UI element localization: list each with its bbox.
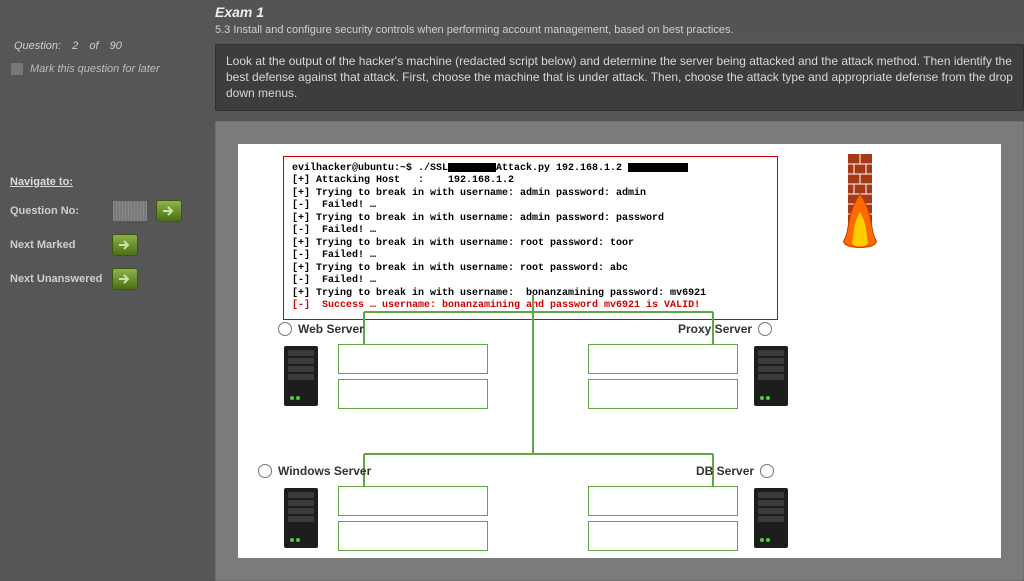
current-question-number: 2 [72,40,78,52]
label: Next Marked [10,239,104,251]
main-content: Exam 1 5.3 Install and configure securit… [215,0,1024,581]
server-icon [748,486,794,551]
total-questions: 90 [110,40,122,52]
next-marked-nav: Next Marked [10,234,205,256]
exam-header: Exam 1 5.3 Install and configure securit… [215,0,1024,38]
next-unanswered-nav: Next Unanswered [10,268,205,290]
windows-server-attack-dropdown[interactable] [338,486,488,516]
windows-server-defense-dropdown[interactable] [338,521,488,551]
db-server-attack-dropdown[interactable] [588,486,738,516]
question-instructions: Look at the output of the hacker's machi… [215,44,1024,111]
proxy-server-defense-dropdown[interactable] [588,379,738,409]
server-icon [748,344,794,409]
proxy-server-attack-dropdown[interactable] [588,344,738,374]
web-server-radio[interactable] [278,322,292,336]
go-to-question-button[interactable] [156,200,182,222]
mark-for-later[interactable]: Mark this question for later [10,62,205,76]
server-icon [278,344,324,409]
navigate-heading: Navigate to: [10,176,205,188]
label: Next Unanswered [10,273,104,285]
db-server-option[interactable]: DB Server [696,464,774,478]
question-number-nav: Question No: [10,200,205,222]
question-canvas-shell: evilhacker@ubuntu:~$ ./SSLAttack.py 192.… [215,121,1024,581]
mark-label: Mark this question for later [30,63,160,75]
left-sidebar: Question: 2 of 90 Mark this question for… [0,0,215,302]
label: Question: [14,40,61,52]
windows-server-option[interactable]: Windows Server [258,464,371,478]
windows-server-radio[interactable] [258,464,272,478]
next-unanswered-button[interactable] [112,268,138,290]
arrow-right-icon [118,239,132,251]
proxy-server-radio[interactable] [758,322,772,336]
proxy-server-option[interactable]: Proxy Server [678,322,772,336]
label: Web Server [298,322,364,336]
web-server-attack-dropdown[interactable] [338,344,488,374]
arrow-right-icon [162,205,176,217]
question-position: Question: 2 of 90 [10,40,205,52]
question-canvas: evilhacker@ubuntu:~$ ./SSLAttack.py 192.… [238,144,1001,558]
db-server-defense-dropdown[interactable] [588,521,738,551]
exam-title: Exam 1 [215,4,1024,20]
label: of [89,40,98,52]
label: DB Server [696,464,754,478]
db-server-radio[interactable] [760,464,774,478]
label: Windows Server [278,464,371,478]
checkbox-icon[interactable] [10,62,24,76]
server-icon [278,486,324,551]
next-marked-button[interactable] [112,234,138,256]
label: Proxy Server [678,322,752,336]
question-number-input[interactable] [112,200,148,222]
exam-subtitle: 5.3 Install and configure security contr… [215,24,1024,36]
web-server-defense-dropdown[interactable] [338,379,488,409]
label: Question No: [10,205,104,217]
web-server-option[interactable]: Web Server [278,322,364,336]
arrow-right-icon [118,273,132,285]
